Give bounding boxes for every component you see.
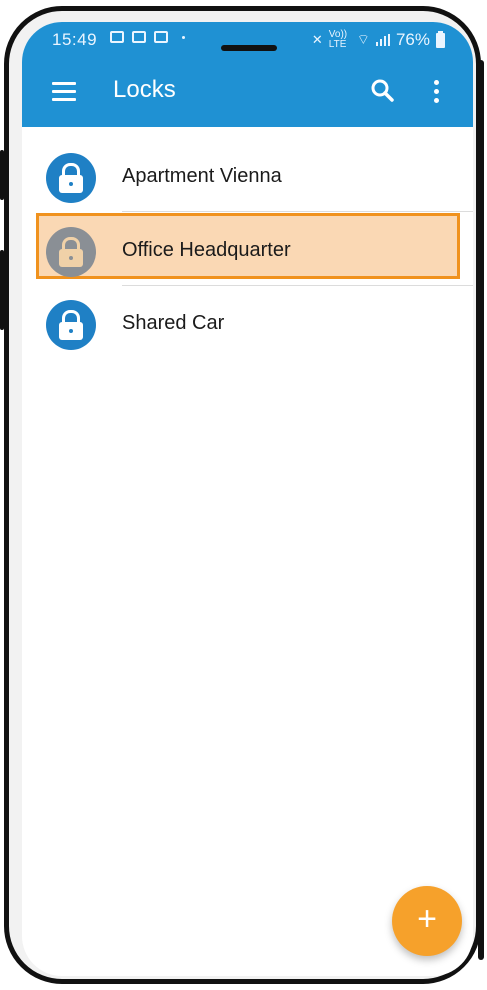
battery-percent: 76% bbox=[395, 30, 430, 49]
wifi-icon: ⌔ bbox=[356, 31, 370, 47]
lock-icon bbox=[46, 153, 96, 203]
mail-icon bbox=[132, 31, 146, 43]
screen: 15:49 ✕ Vo)) LTE ⌔ 76% Locks Apartment V… bbox=[22, 22, 473, 976]
more-notifications-dot-icon bbox=[182, 35, 185, 39]
search-icon[interactable] bbox=[370, 78, 396, 104]
hamburger-menu-icon[interactable] bbox=[52, 80, 78, 104]
plus-icon: + bbox=[417, 900, 437, 938]
lock-name: Office Headquarter bbox=[122, 239, 291, 261]
status-bar: 15:49 ✕ Vo)) LTE ⌔ 76% bbox=[22, 22, 473, 58]
battery-icon bbox=[436, 30, 445, 48]
mute-icon: ✕ bbox=[311, 32, 323, 47]
speaker-notch bbox=[221, 45, 277, 51]
email-icon bbox=[154, 31, 168, 43]
volte-label: Vo)) LTE bbox=[328, 29, 348, 50]
lock-name: Apartment Vienna bbox=[122, 165, 282, 187]
app-bar: 15:49 ✕ Vo)) LTE ⌔ 76% Locks bbox=[22, 22, 473, 127]
add-lock-button[interactable]: + bbox=[392, 886, 462, 956]
more-vert-icon[interactable] bbox=[432, 80, 440, 104]
volume-button bbox=[0, 150, 4, 200]
phone-edge bbox=[478, 60, 484, 960]
list-item[interactable]: Shared Car bbox=[22, 288, 473, 360]
divider bbox=[122, 285, 473, 286]
signal-icon bbox=[375, 34, 390, 46]
status-time: 15:49 bbox=[52, 30, 98, 49]
toolbar: Locks bbox=[22, 72, 473, 112]
lock-icon bbox=[46, 227, 96, 277]
page-title: Locks bbox=[113, 76, 176, 103]
lock-name: Shared Car bbox=[122, 312, 225, 334]
lock-icon bbox=[46, 300, 96, 350]
gallery-icon bbox=[110, 31, 124, 43]
status-right: ✕ Vo)) LTE ⌔ 76% bbox=[312, 30, 445, 50]
list-item[interactable]: Office Headquarter bbox=[22, 215, 473, 287]
power-button bbox=[0, 250, 4, 330]
divider bbox=[122, 211, 473, 212]
list-item[interactable]: Apartment Vienna bbox=[22, 141, 473, 213]
notification-icons bbox=[110, 31, 185, 43]
